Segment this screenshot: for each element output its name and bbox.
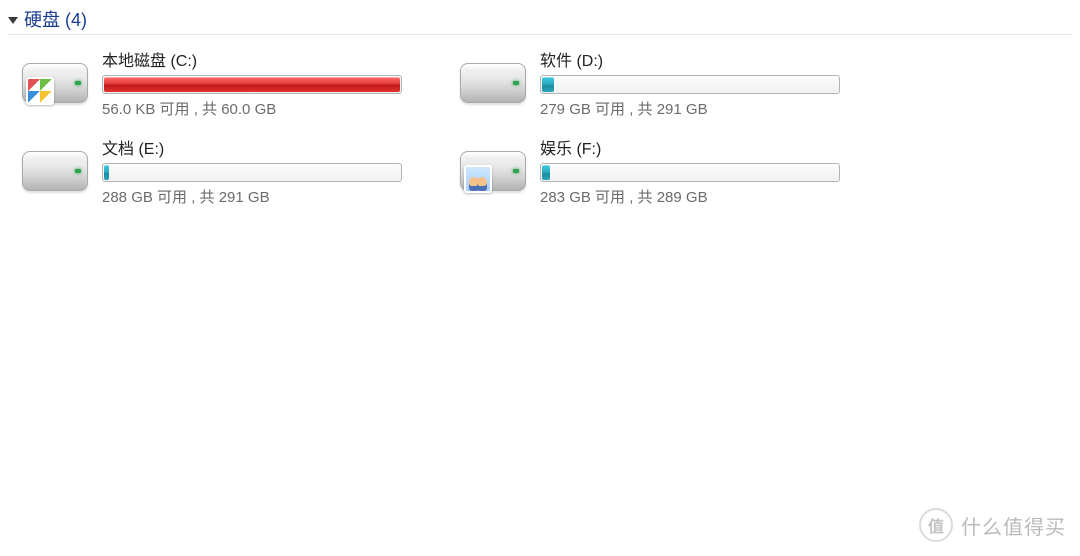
drive-status: 283 GB 可用 , 共 289 GB [540, 186, 870, 207]
hdd-icon [460, 63, 526, 103]
drive-name: 娱乐 (F:) [540, 135, 870, 159]
hdd-icon [22, 151, 88, 191]
drive-icon [456, 55, 530, 111]
usage-bar [102, 75, 402, 94]
usage-bar-fill [542, 165, 550, 180]
drive-item-c[interactable]: 本地磁盘 (C:) 56.0 KB 可用 , 共 60.0 GB [16, 43, 434, 123]
collapse-triangle-icon[interactable] [8, 17, 18, 24]
drives-container: 本地磁盘 (C:) 56.0 KB 可用 , 共 60.0 GB 软件 (D:)… [8, 43, 1072, 211]
windows-flag-icon [26, 77, 54, 105]
drive-icon [456, 143, 530, 199]
drive-status: 279 GB 可用 , 共 291 GB [540, 98, 870, 119]
drive-status: 56.0 KB 可用 , 共 60.0 GB [102, 98, 432, 119]
usage-bar [102, 163, 402, 182]
drive-icon [18, 55, 92, 111]
watermark: 值 什么值得买 [919, 508, 1066, 542]
usage-bar-fill [542, 77, 554, 92]
drive-item-f[interactable]: 娱乐 (F:) 283 GB 可用 , 共 289 GB [454, 131, 872, 211]
drive-name: 文档 (E:) [102, 135, 432, 159]
drive-info: 文档 (E:) 288 GB 可用 , 共 291 GB [102, 135, 432, 207]
drive-item-e[interactable]: 文档 (E:) 288 GB 可用 , 共 291 GB [16, 131, 434, 211]
drive-name: 本地磁盘 (C:) [102, 47, 432, 71]
usage-bar [540, 163, 840, 182]
drive-name: 软件 (D:) [540, 47, 870, 71]
drives-section: 硬盘 (4) 本地磁盘 (C:) 56.0 KB 可用 , 共 60.0 GB [0, 0, 1080, 217]
drive-info: 本地磁盘 (C:) 56.0 KB 可用 , 共 60.0 GB [102, 47, 432, 119]
usage-bar-fill [104, 165, 109, 180]
section-header[interactable]: 硬盘 (4) [8, 6, 1072, 35]
watermark-text: 什么值得买 [961, 511, 1066, 540]
usage-bar-fill [104, 77, 400, 92]
usage-bar [540, 75, 840, 94]
drive-item-d[interactable]: 软件 (D:) 279 GB 可用 , 共 291 GB [454, 43, 872, 123]
drive-status: 288 GB 可用 , 共 291 GB [102, 186, 432, 207]
drive-info: 软件 (D:) 279 GB 可用 , 共 291 GB [540, 47, 870, 119]
shared-people-icon [464, 165, 492, 193]
drive-info: 娱乐 (F:) 283 GB 可用 , 共 289 GB [540, 135, 870, 207]
section-title: 硬盘 (4) [24, 6, 87, 32]
watermark-badge-icon: 值 [919, 508, 953, 542]
drive-icon [18, 143, 92, 199]
